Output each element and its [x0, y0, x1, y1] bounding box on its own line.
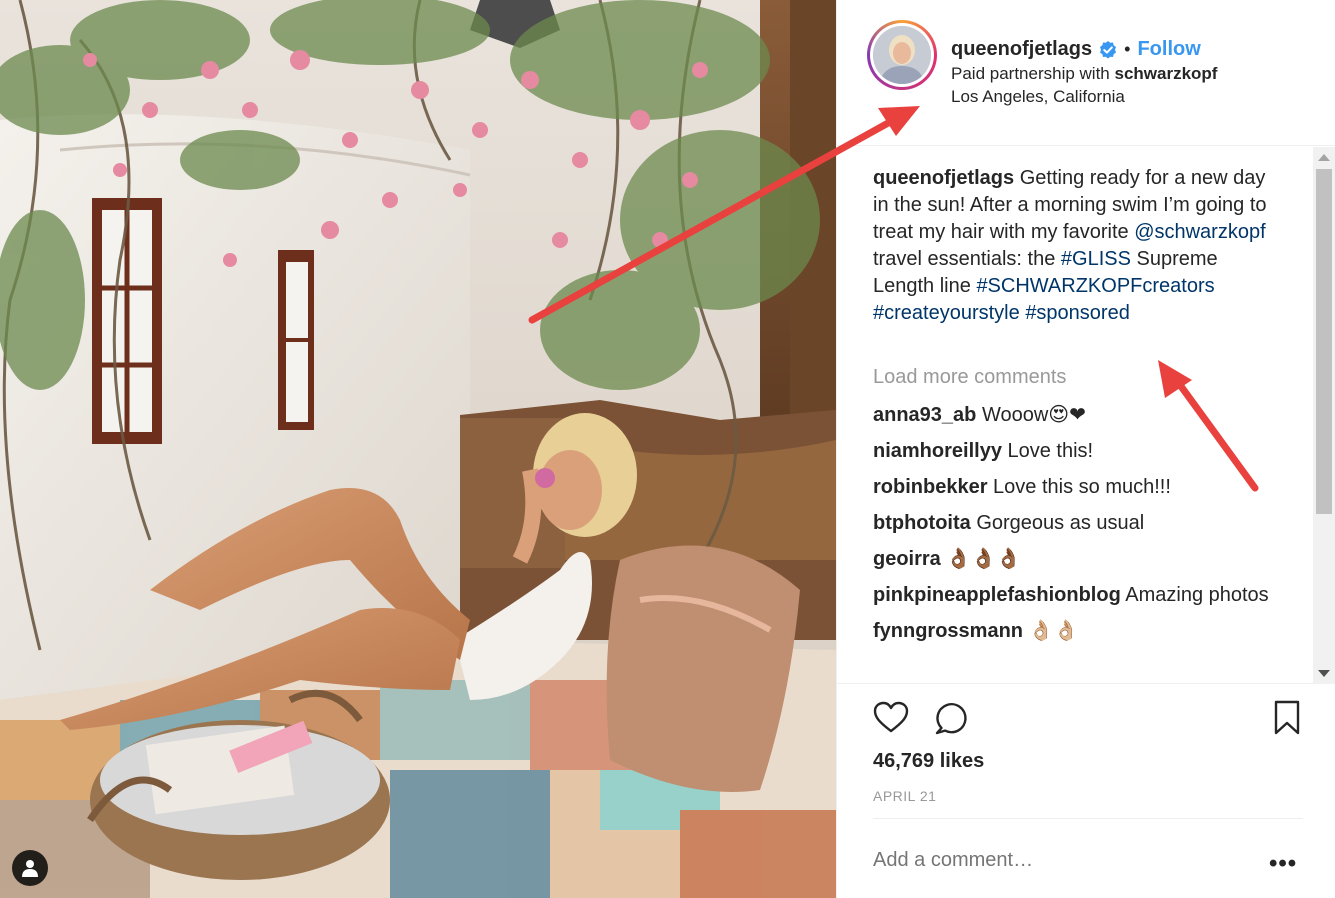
comment-row: pinkpineapplefashionblog Amazing photos	[873, 582, 1283, 609]
verified-badge-icon	[1100, 40, 1117, 58]
post-header: queenofjetlags • Follow Paid partnership…	[837, 0, 1335, 146]
comment-list: anna93_ab Wooow😍❤ niamhoreillyy Love thi…	[873, 402, 1283, 654]
comment-row: btphotoita Gorgeous as usual	[873, 510, 1283, 537]
separator-dot: •	[1124, 39, 1131, 59]
post-actions	[873, 700, 1300, 736]
comment-bubble-icon[interactable]	[933, 700, 969, 736]
comment-username[interactable]: geoirra	[873, 548, 941, 570]
add-comment-input[interactable]	[873, 848, 1253, 872]
post-author-username[interactable]: queenofjetlags	[951, 38, 1092, 61]
partnership-prefix: Paid partnership with	[951, 64, 1110, 83]
comment-text: 👌🏼👌🏼	[1028, 620, 1079, 642]
load-more-comments-button[interactable]: Load more comments	[873, 366, 1066, 389]
scrollbar-thumb[interactable]	[1316, 169, 1332, 514]
hashtag-sponsored[interactable]: #sponsored	[1025, 302, 1130, 324]
more-options-button[interactable]: •••	[1269, 850, 1297, 878]
avatar-image	[873, 26, 931, 84]
comment-text: 👌🏾👌🏾👌🏾	[946, 548, 1022, 570]
bookmark-icon[interactable]	[1269, 700, 1305, 736]
comment-text: Wooow😍❤	[981, 404, 1086, 426]
post-caption: queenofjetlags Getting ready for a new d…	[873, 165, 1283, 327]
comment-text: Love this!	[1007, 440, 1094, 462]
comment-row: anna93_ab Wooow😍❤	[873, 402, 1283, 429]
post-sidebar: queenofjetlags • Follow Paid partnership…	[836, 0, 1335, 898]
post-date: APRIL 21	[873, 788, 937, 804]
comment-username[interactable]: btphotoita	[873, 512, 971, 534]
comment-row: robinbekker Love this so much!!!	[873, 474, 1283, 501]
comment-row: fynngrossmann 👌🏼👌🏼	[873, 618, 1283, 645]
hashtag-schwarzkopfcreators[interactable]: #SCHWARZKOPFcreators	[976, 275, 1214, 297]
comment-text: Love this so much!!!	[993, 476, 1171, 498]
caption-text-2: travel essentials: the	[873, 248, 1056, 270]
comment-username[interactable]: fynngrossmann	[873, 620, 1023, 642]
comments-scrollbar[interactable]	[1313, 147, 1335, 684]
post-photo[interactable]	[0, 0, 836, 898]
partner-link[interactable]: schwarzkopf	[1115, 64, 1218, 83]
comment-row: geoirra 👌🏾👌🏾👌🏾	[873, 546, 1283, 573]
comment-text: Gorgeous as usual	[976, 512, 1145, 534]
scroll-up-arrow-icon[interactable]	[1318, 154, 1330, 161]
scroll-down-arrow-icon[interactable]	[1318, 670, 1330, 677]
caption-mention[interactable]: @schwarzkopf	[1134, 221, 1265, 243]
comment-username[interactable]: anna93_ab	[873, 404, 976, 426]
comment-text: Amazing photos	[1125, 584, 1269, 606]
hashtag-gliss[interactable]: #GLISS	[1061, 248, 1131, 270]
heart-icon[interactable]	[873, 700, 909, 736]
follow-button[interactable]: Follow	[1137, 38, 1200, 61]
user-tag-button[interactable]	[12, 850, 48, 886]
header-user-line: queenofjetlags • Follow	[951, 38, 1201, 61]
paid-partnership-label: Paid partnership with schwarzkopf	[951, 64, 1217, 84]
post-location[interactable]: Los Angeles, California	[951, 87, 1125, 107]
comment-username[interactable]: pinkpineapplefashionblog	[873, 584, 1121, 606]
comment-username[interactable]: robinbekker	[873, 476, 987, 498]
like-count[interactable]: 46,769 likes	[873, 750, 984, 773]
avatar-photo	[873, 26, 931, 84]
comment-row: niamhoreillyy Love this!	[873, 438, 1283, 465]
comments-section: queenofjetlags Getting ready for a new d…	[837, 147, 1335, 684]
comment-divider	[873, 818, 1303, 819]
user-tag-icon	[22, 860, 38, 877]
photo-illustration	[0, 0, 836, 898]
comment-username[interactable]: niamhoreillyy	[873, 440, 1002, 462]
caption-username[interactable]: queenofjetlags	[873, 167, 1014, 189]
hashtag-createyourstyle[interactable]: #createyourstyle	[873, 302, 1020, 324]
profile-avatar[interactable]	[867, 20, 937, 90]
